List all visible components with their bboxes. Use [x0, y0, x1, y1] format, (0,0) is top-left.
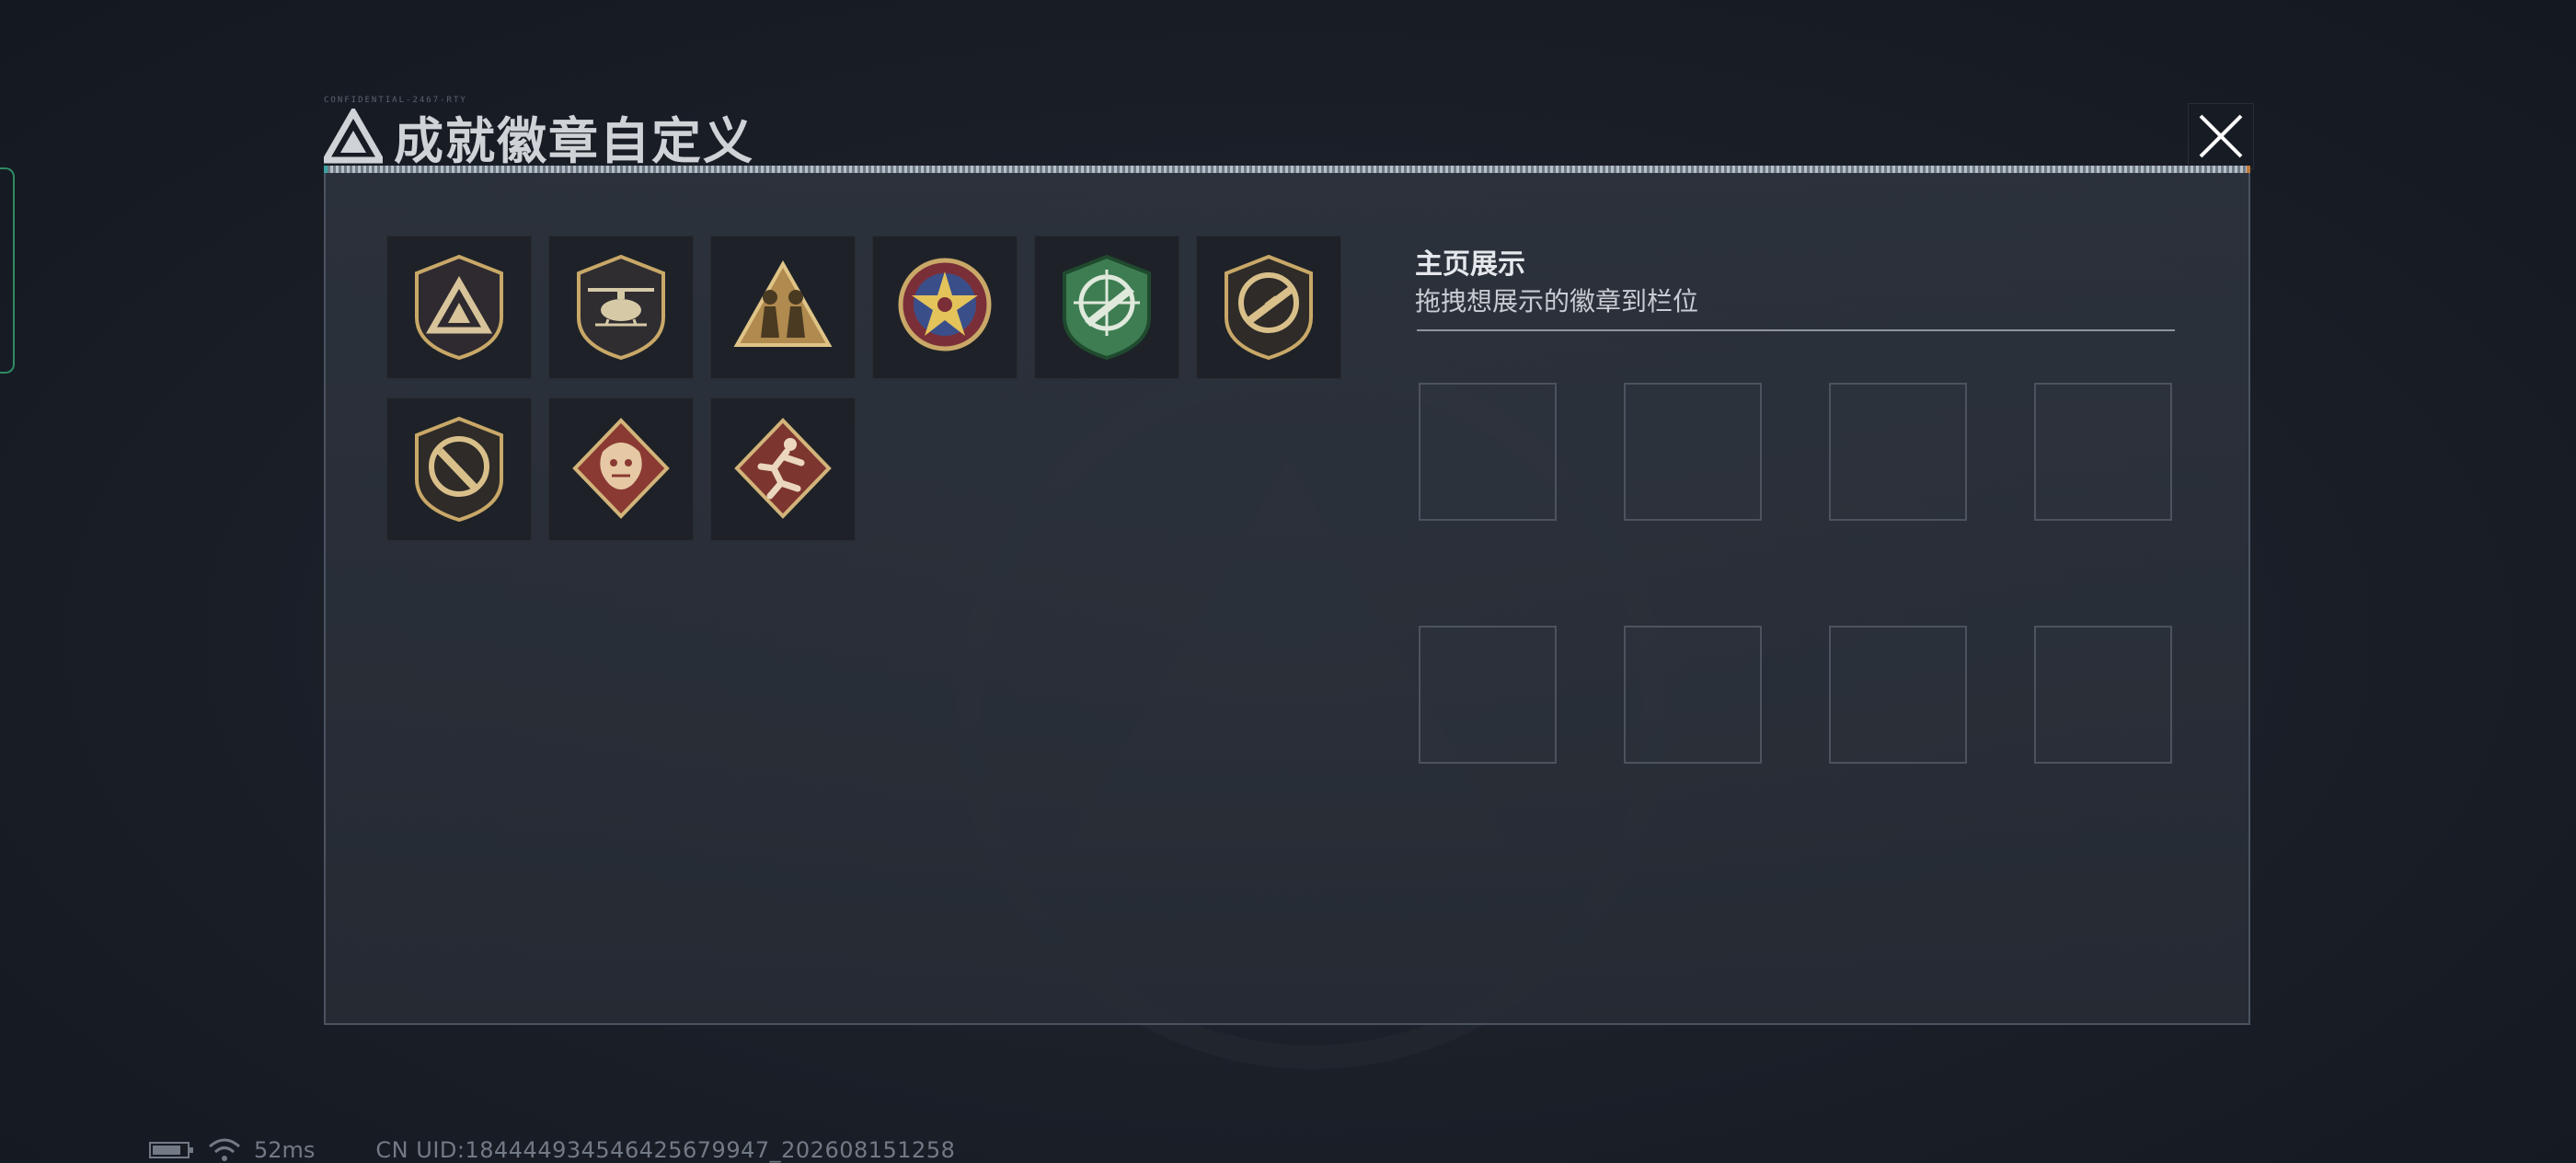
soldiers-triangle-badge-icon — [733, 259, 833, 347]
badge-b8[interactable] — [548, 397, 694, 541]
display-slot-7[interactable] — [1829, 626, 1967, 764]
display-slot-5[interactable] — [1419, 626, 1557, 764]
dragon-diamond-badge-icon — [572, 418, 670, 519]
rifle-crosshair-green-badge-icon — [1063, 254, 1151, 361]
panel-top-bar — [324, 166, 2250, 173]
status-bar: 52ms CN UID:184444934546425679947_202608… — [149, 1137, 955, 1163]
badge-b6[interactable] — [1196, 236, 1341, 379]
close-button[interactable] — [2188, 103, 2254, 169]
display-slot-6[interactable] — [1624, 626, 1762, 764]
page-title: 成就徽章自定义 — [394, 111, 754, 170]
close-icon — [2199, 114, 2243, 158]
runner-diamond-badge-icon — [734, 418, 832, 519]
badge-b4[interactable] — [872, 236, 1018, 379]
badge-b2[interactable] — [548, 236, 694, 379]
ping-value: 52ms — [254, 1137, 316, 1163]
display-slot-2[interactable] — [1624, 383, 1762, 521]
display-slot-4[interactable] — [2034, 383, 2172, 521]
wifi-icon — [209, 1138, 240, 1161]
page-header: 成就徽章自定义 — [324, 99, 754, 173]
helicopter-shield-badge-icon — [577, 254, 665, 361]
uid-text: CN UID:184444934546425679947_20260815125… — [375, 1137, 956, 1163]
star-round-badge-icon — [898, 258, 992, 351]
delta-logo-icon — [324, 109, 383, 164]
rifle-crosshair-gold-badge-icon — [1225, 254, 1313, 361]
display-slot-3[interactable] — [1829, 383, 1967, 521]
badge-b7[interactable] — [386, 397, 532, 541]
badge-b1[interactable] — [386, 236, 532, 379]
display-section-title: 主页展示 — [1415, 248, 1525, 281]
badge-b9[interactable] — [710, 397, 856, 541]
badge-b3[interactable] — [710, 236, 856, 379]
battery-icon — [149, 1142, 193, 1158]
badge-b5[interactable] — [1034, 236, 1179, 379]
display-slot-1[interactable] — [1419, 383, 1557, 521]
display-section-subtitle: 拖拽想展示的徽章到栏位 — [1415, 286, 1699, 317]
triangle-shield-badge-icon — [415, 254, 503, 361]
section-divider — [1417, 329, 2175, 331]
knife-crosshair-badge-icon — [415, 416, 503, 523]
left-edge-tab[interactable] — [0, 167, 15, 374]
display-slot-8[interactable] — [2034, 626, 2172, 764]
